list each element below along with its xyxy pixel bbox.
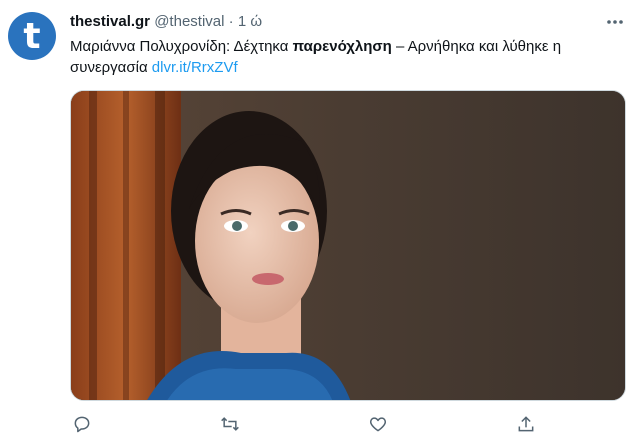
more-dots-icon [607, 20, 623, 24]
retweet-button[interactable] [218, 412, 242, 436]
portrait-photo [71, 91, 625, 400]
tweet-link[interactable]: dlvr.it/RrxZVf [152, 59, 238, 76]
tweet-actions [70, 412, 550, 436]
retweet-icon [221, 417, 239, 431]
tweet-text: Μαριάννα Πολυχρονίδη: Δέχτηκα παρενόχλησ… [70, 36, 630, 78]
tweet[interactable]: t thestival.gr @thestival · 1 ώ Μαριάννα… [0, 0, 640, 446]
reply-button[interactable] [70, 412, 94, 436]
share-button[interactable] [514, 412, 538, 436]
avatar-letter: t [23, 16, 41, 57]
tweet-text-bold: παρενόχληση [292, 38, 392, 55]
reply-icon [74, 416, 90, 433]
display-name[interactable]: thestival.gr [70, 13, 150, 30]
separator-dot: · [228, 13, 234, 30]
share-icon [518, 416, 534, 432]
avatar[interactable]: t [8, 12, 56, 60]
tweet-text-part-1: Μαριάννα Πολυχρονίδη: Δέχτηκα [70, 38, 293, 55]
like-icon [369, 417, 387, 432]
user-handle[interactable]: @thestival [154, 13, 224, 30]
timestamp[interactable]: 1 ώ [238, 13, 262, 30]
like-button[interactable] [366, 412, 390, 436]
more-options-button[interactable] [604, 12, 626, 32]
tweet-header: thestival.gr @thestival · 1 ώ [70, 12, 262, 32]
tweet-image[interactable] [70, 90, 626, 401]
